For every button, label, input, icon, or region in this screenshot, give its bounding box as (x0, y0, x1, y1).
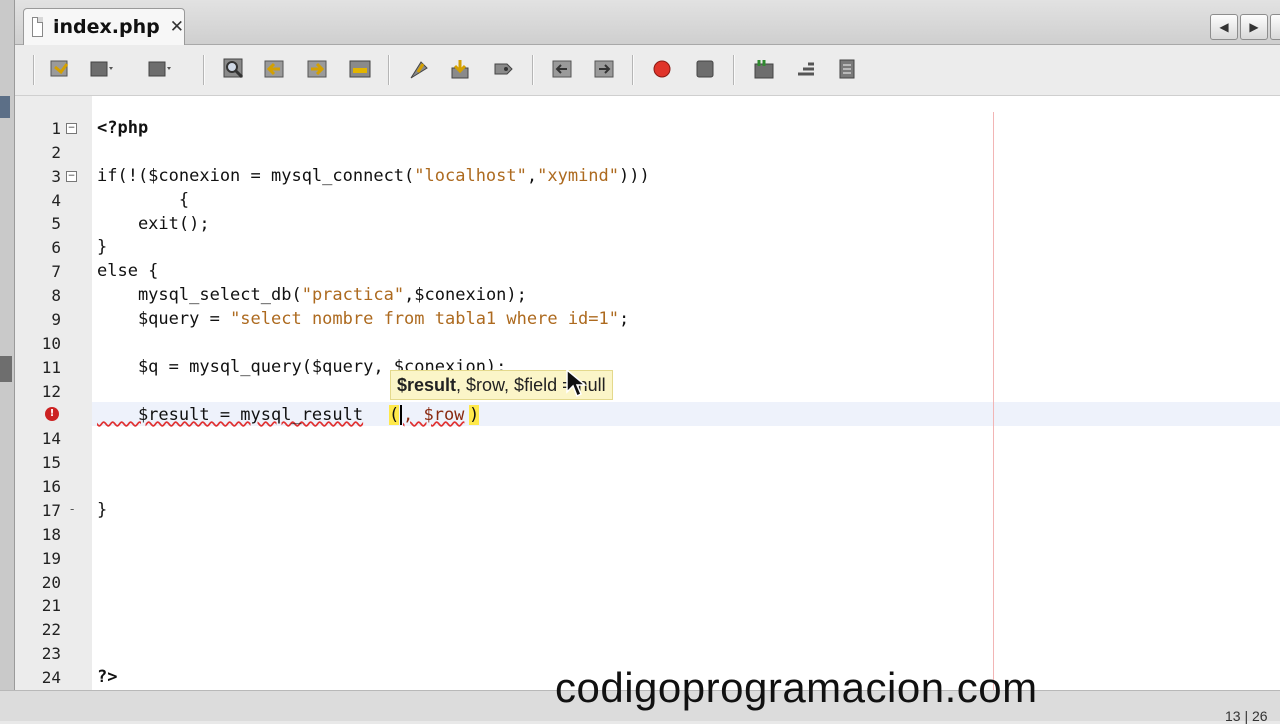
code-line: ?> (97, 667, 118, 687)
code-line: else { (97, 261, 159, 281)
line-number: 12 (41, 382, 61, 401)
toolbar-separator (733, 55, 735, 85)
line-number: 23 (41, 644, 61, 663)
line-number: 8 (51, 286, 61, 305)
shift-left-icon[interactable] (550, 57, 574, 81)
line-number: 16 (41, 477, 61, 496)
search-icon[interactable] (222, 57, 246, 81)
editor-toolbar (15, 45, 1280, 96)
line-number: 15 (41, 453, 61, 472)
next-bookmark-icon[interactable] (448, 57, 472, 81)
toolbar-separator (33, 55, 35, 85)
tab-title: index.php (53, 16, 160, 38)
code-line: { (97, 190, 190, 210)
line-number: 22 (41, 620, 61, 639)
line-number: 24 (41, 668, 61, 687)
line-number: 11 (41, 358, 61, 377)
tab-index-php[interactable]: index.php ✕ (23, 8, 185, 45)
code-line: <?php (97, 118, 149, 138)
line-number: 21 (41, 596, 61, 615)
line-number: 10 (41, 334, 61, 353)
scroll-tabs-left-button[interactable]: ◀ (1210, 14, 1238, 40)
error-line-prefix: $result = mysql_result (97, 405, 364, 425)
line-number: 6 (51, 238, 61, 257)
tab-list-button[interactable] (1270, 14, 1280, 40)
line-number: 18 (41, 525, 61, 544)
stop-macro-recording-icon[interactable] (693, 57, 717, 81)
toolbar-separator (203, 55, 205, 85)
side-marker (0, 96, 10, 118)
mouse-pointer-icon (565, 368, 588, 402)
matched-paren-close: ) (469, 405, 480, 425)
fold-end-icon: - (70, 502, 75, 516)
line-number: 17 (41, 501, 61, 520)
right-margin-line (993, 112, 994, 690)
toolbar-separator (532, 55, 534, 85)
editor-tab-bar: index.php ✕ ◀ ▶ (15, 0, 1280, 45)
cursor-position-status: 13 | 26 (1225, 708, 1268, 724)
code-line: if(!($conexion = mysql_connect("localhos… (97, 166, 650, 186)
error-icon[interactable]: ! (45, 407, 59, 421)
last-edit-icon[interactable] (48, 57, 72, 81)
comment-icon[interactable] (752, 57, 776, 81)
fold-toggle-icon[interactable]: − (66, 123, 77, 134)
scroll-tabs-right-button[interactable]: ▶ (1240, 14, 1268, 40)
side-close-marker[interactable] (0, 356, 12, 382)
left-side-strip (0, 0, 15, 720)
php-file-icon (32, 17, 44, 37)
find-next-icon[interactable] (306, 57, 330, 81)
line-number: 19 (41, 549, 61, 568)
line-number: 5 (51, 214, 61, 233)
shift-right-icon[interactable] (592, 57, 616, 81)
line-number: 4 (51, 191, 61, 210)
start-macro-recording-icon[interactable] (650, 57, 674, 81)
uncomment-icon[interactable] (794, 57, 818, 81)
toggle-bookmark-icon[interactable] (491, 57, 515, 81)
toggle-highlight-icon[interactable] (348, 57, 372, 81)
line-number: 7 (51, 262, 61, 281)
fold-toggle-icon[interactable]: − (66, 171, 77, 182)
line-number: 3 (51, 167, 61, 186)
code-line: exit(); (97, 214, 210, 234)
line-number: 2 (51, 143, 61, 162)
error-line-args: , $row (403, 405, 465, 425)
toolbar-separator (388, 55, 390, 85)
line-number: 9 (51, 310, 61, 329)
line-number: 20 (41, 573, 61, 592)
text-caret (400, 405, 402, 425)
code-line: } (97, 500, 108, 520)
code-line: $query = "select nombre from tabla1 wher… (97, 309, 630, 329)
previous-bookmark-icon[interactable] (406, 57, 430, 81)
forward-icon[interactable] (148, 57, 172, 81)
back-icon[interactable] (90, 57, 114, 81)
line-number: 14 (41, 429, 61, 448)
watermark-text: codigoprogramacion.com (555, 664, 1038, 711)
close-tab-icon[interactable]: ✕ (170, 17, 184, 37)
matched-paren-open: ( (389, 405, 400, 425)
format-icon[interactable] (835, 57, 859, 81)
toolbar-separator (632, 55, 634, 85)
code-line: } (97, 237, 108, 257)
line-number: 1 (51, 119, 61, 138)
tooltip-current-param: $result (397, 374, 457, 395)
find-previous-icon[interactable] (263, 57, 287, 81)
code-line: mysql_select_db("practica",$conexion); (97, 285, 527, 305)
